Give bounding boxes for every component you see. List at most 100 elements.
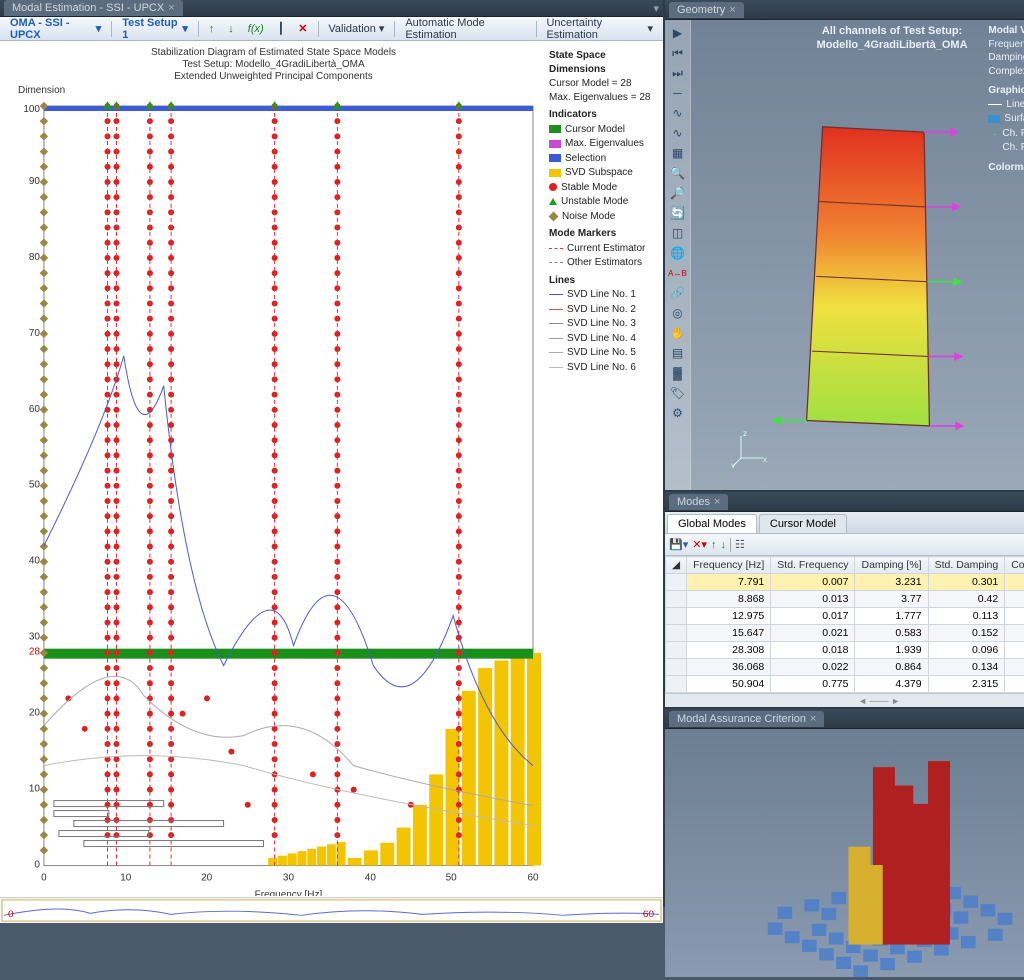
svg-text:0: 0 — [34, 860, 40, 871]
hand-icon[interactable]: ✋ — [668, 324, 688, 342]
auto-mode-est-button[interactable]: Automatic Mode Estimation — [399, 15, 531, 43]
modes-table[interactable]: ◢Frequency [Hz]Std. FrequencyDamping [%]… — [665, 556, 1024, 693]
tab-geometry[interactable]: Geometry × — [669, 2, 744, 18]
tab-modes[interactable]: Modes × — [669, 494, 728, 510]
mac-tabbar: Modal Assurance Criterion × ▾ — [665, 709, 1024, 729]
zoom-out-icon[interactable]: 🔎 — [668, 184, 688, 202]
y-axis-label: Dimension — [4, 83, 543, 96]
column-header[interactable]: Std. Frequency — [771, 557, 855, 574]
algorithm-dropdown[interactable]: OMA - SSI - UPCX ▾ — [4, 15, 107, 43]
geometry-viewport[interactable]: All channels of Test Setup: Modello_4Gra… — [691, 20, 1024, 490]
skip-fwd-icon[interactable]: ⏭ — [668, 64, 688, 82]
column-header[interactable]: Complexity — [1005, 557, 1024, 574]
table-row[interactable]: 28.3080.0181.9390.0960.475 — [666, 642, 1024, 659]
svg-text:0: 0 — [8, 909, 14, 920]
target-icon[interactable]: ◎ — [668, 304, 688, 322]
geometry-legend: Modal Values Frequency = 7.791 Hz Dampin… — [988, 24, 1024, 174]
svg-text:50: 50 — [446, 873, 458, 884]
tab-label: Modes — [677, 496, 710, 508]
columns-icon[interactable]: ☷ — [735, 538, 745, 551]
validation-dropdown[interactable]: Validation ▾ — [322, 20, 390, 37]
table-row[interactable]: 15.6470.0210.5830.1520.126 — [666, 625, 1024, 642]
arrow-down-button[interactable]: ↓ — [222, 21, 240, 37]
svg-text:60: 60 — [527, 873, 539, 884]
plot-svg: 0 10 20 28 30 40 50 60 70 80 90 100 — [4, 96, 543, 896]
test-setup-dropdown[interactable]: Test Setup 1 ▾ — [116, 15, 194, 43]
modes-toolbar: 💾▾ ✕▾ ↑ ↓ ☷ — [665, 534, 1024, 556]
table-row[interactable]: 12.9750.0171.7770.1130.744 — [666, 608, 1024, 625]
svg-text:70: 70 — [29, 328, 41, 339]
table-row[interactable]: 50.9040.7754.3792.31548.92 — [666, 676, 1024, 693]
settings-icon[interactable]: ⚙ — [668, 404, 688, 422]
svg-text:10: 10 — [120, 873, 132, 884]
globe-icon[interactable]: 🌐 — [668, 244, 688, 262]
tab-mac[interactable]: Modal Assurance Criterion × — [669, 711, 824, 727]
label-icon[interactable]: 🏷 — [668, 384, 688, 402]
svg-text:y: y — [731, 461, 735, 468]
uncertainty-dropdown[interactable]: Uncertainty Estimation ▾ — [540, 15, 659, 43]
geometry-toolbar: ▶ ⏮ ⏭ ─ ∿ ∿ ▦ 🔍 🔎 🔄 ◫ 🌐 A↔B 🔗 ◎ ✋ ▤ — [665, 20, 691, 490]
delete-icon[interactable]: ✕▾ — [692, 538, 707, 551]
chevron-down-icon: ▾ — [96, 22, 102, 35]
wave2-icon[interactable]: ∿ — [668, 124, 688, 142]
separator-icon: ─ — [668, 84, 688, 102]
arrow-up-button[interactable]: ↑ — [203, 21, 221, 37]
grid-icon[interactable]: ▦ — [668, 144, 688, 162]
palette-icon[interactable]: ▓ — [668, 364, 688, 382]
x-axis-label: Frequency [Hz] — [255, 890, 323, 896]
arrow-down-icon[interactable]: ↓ — [720, 539, 726, 551]
svg-text:z: z — [743, 429, 747, 438]
pipe-button[interactable]: ┃ — [272, 20, 291, 37]
svg-text:10: 10 — [29, 784, 41, 795]
modes-tabbar: Modes × ▾ — [665, 492, 1024, 512]
svg-text:20: 20 — [29, 708, 41, 719]
tab-global-modes[interactable]: Global Modes — [667, 514, 757, 533]
svg-text:20: 20 — [201, 873, 213, 884]
svg-text:40: 40 — [29, 556, 41, 567]
wave-icon[interactable]: ∿ — [668, 104, 688, 122]
legend-panel: State Space Dimensions Cursor Model = 28… — [545, 41, 663, 897]
algorithm-label: OMA - SSI - UPCX — [10, 17, 93, 41]
chevron-down-icon: ▾ — [647, 22, 653, 35]
svg-text:50: 50 — [29, 480, 41, 491]
delete-button[interactable]: ✕ — [292, 20, 313, 37]
svg-text:x: x — [763, 455, 767, 464]
close-icon[interactable]: × — [714, 496, 720, 508]
skip-back-icon[interactable]: ⏮ — [668, 44, 688, 62]
cube-icon[interactable]: ◫ — [668, 224, 688, 242]
table-row[interactable]: 7.7910.0073.2310.3010.171 — [666, 574, 1024, 591]
svg-text:60: 60 — [29, 404, 41, 415]
play-icon[interactable]: ▶ — [668, 24, 688, 42]
ab-icon[interactable]: A↔B — [668, 264, 688, 282]
chevron-down-icon: ▾ — [379, 22, 385, 35]
layers-icon[interactable]: ▤ — [668, 344, 688, 362]
close-icon[interactable]: × — [168, 2, 174, 14]
stabilization-chart[interactable]: Stabilization Diagram of Estimated State… — [0, 41, 663, 897]
svg-text:60: 60 — [643, 909, 655, 920]
tab-modal-estimation[interactable]: Modal Estimation - SSI - UPCX × — [4, 0, 183, 16]
fx-button[interactable]: f(x) — [242, 21, 270, 37]
column-header[interactable]: Std. Damping — [928, 557, 1005, 574]
rotate-icon[interactable]: 🔄 — [668, 204, 688, 222]
link-icon[interactable]: 🔗 — [668, 284, 688, 302]
tab-label: Geometry — [677, 4, 725, 16]
column-header[interactable]: Frequency [Hz] — [687, 557, 771, 574]
modes-subtabs: Global Modes Cursor Model — [665, 512, 1024, 534]
geometry-tabbar: Geometry × ▾ — [665, 0, 1024, 20]
tab-dropdown-icon[interactable]: ▾ — [653, 2, 659, 15]
mini-spectrum[interactable]: 0 60 — [0, 897, 663, 923]
close-icon[interactable]: × — [729, 4, 735, 16]
tab-cursor-model[interactable]: Cursor Model — [759, 514, 847, 533]
table-row[interactable]: 8.8680.0133.770.420.296 — [666, 591, 1024, 608]
chevron-down-icon: ▾ — [182, 22, 188, 35]
column-header[interactable]: Damping [%] — [855, 557, 928, 574]
zoom-in-icon[interactable]: 🔍 — [668, 164, 688, 182]
save-icon[interactable]: 💾▾ — [669, 538, 688, 551]
svg-text:90: 90 — [29, 176, 41, 187]
horizontal-scrollbar[interactable]: ◄ ─── ► — [665, 693, 1024, 707]
mac-viewport[interactable] — [665, 729, 1024, 977]
axes-triad: z x y — [731, 428, 771, 470]
table-row[interactable]: 36.0680.0220.8640.1348.653 — [666, 659, 1024, 676]
arrow-up-icon[interactable]: ↑ — [711, 539, 717, 551]
close-icon[interactable]: × — [810, 713, 816, 725]
